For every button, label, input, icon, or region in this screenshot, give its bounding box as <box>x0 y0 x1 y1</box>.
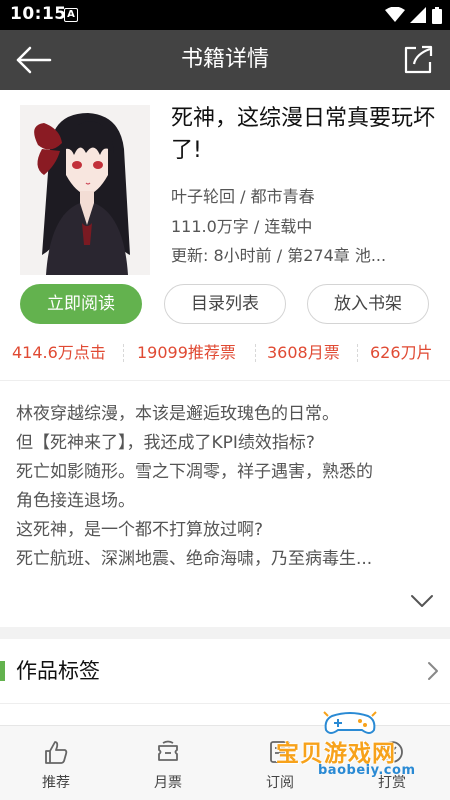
stat-monthly-votes: 3608月票 <box>267 343 340 362</box>
monthly-ticket-tab[interactable]: 月票 <box>128 726 208 800</box>
description-line: 死亡航班、深渊地震、绝命海啸，乃至病毒生... <box>16 549 373 569</box>
ticket-icon <box>158 740 178 761</box>
app-header: 书籍详情 <box>0 30 450 90</box>
book-title: 死神，这综漫日常真要玩坏了! <box>171 106 436 163</box>
section-gap <box>0 627 450 639</box>
add-to-shelf-button[interactable]: 放入书架 <box>307 284 429 324</box>
status-time: 10:15 <box>10 4 67 24</box>
divider <box>0 703 450 704</box>
table-of-contents-button[interactable]: 目录列表 <box>164 284 286 324</box>
thumbs-up-icon <box>45 741 68 764</box>
wifi-icon <box>385 7 405 22</box>
description-line: 死亡如影随形。雪之下凋零，祥子遇害，熟悉的 <box>16 462 373 482</box>
read-now-button[interactable]: 立即阅读 <box>20 284 142 324</box>
description-line: 但【死神来了】，我还成了KPI绩效指标? <box>16 433 315 453</box>
stat-divider <box>357 344 358 362</box>
stat-blades: 626刀片 <box>370 343 433 362</box>
arrow-left-icon <box>16 46 52 74</box>
back-button[interactable] <box>14 44 54 76</box>
stat-divider <box>123 344 124 362</box>
page-title: 书籍详情 <box>180 47 269 72</box>
description-line: 林夜穿越综漫，本该是邂逅玫瑰色的日常。 <box>16 404 339 424</box>
description-line: 角色接连退场。 <box>16 491 135 511</box>
chevron-right-icon <box>428 662 438 680</box>
work-tags-row[interactable]: 作品标签 <box>0 639 450 703</box>
share-icon <box>404 45 433 74</box>
signal-icon <box>410 7 426 23</box>
share-button[interactable] <box>402 44 434 76</box>
book-description: 林夜穿越综漫，本该是邂逅玫瑰色的日常。 但【死神来了】，我还成了KPI绩效指标?… <box>16 400 438 574</box>
book-stats: 414.6万点击 19099推荐票 3608月票 626刀片 <box>0 338 450 368</box>
book-words-status: 111.0万字 / 连载中 <box>171 217 313 236</box>
recommend-tab-label: 推荐 <box>42 775 70 791</box>
status-bar: 10:15 A <box>0 0 450 30</box>
section-accent-bar <box>0 661 5 681</box>
book-cover[interactable] <box>20 105 150 275</box>
stat-divider <box>255 344 256 362</box>
book-cover-illustration <box>20 105 150 275</box>
notification-a-icon: A <box>64 8 78 22</box>
chevron-down-icon[interactable] <box>410 593 434 609</box>
site-watermark: 宝贝游戏网 baobeiy.com <box>262 706 442 784</box>
battery-icon <box>432 7 442 24</box>
stat-clicks: 414.6万点击 <box>12 343 106 362</box>
recommend-tab[interactable]: 推荐 <box>16 726 96 800</box>
watermark-url: baobeiy.com <box>318 763 416 778</box>
description-line: 这死神，是一个都不打算放过啊? <box>16 520 264 540</box>
divider <box>0 380 450 381</box>
book-author-genre[interactable]: 叶子轮回 / 都市青春 <box>171 183 315 207</box>
stat-recommend-votes: 19099推荐票 <box>137 343 236 362</box>
monthly-ticket-tab-label: 月票 <box>154 775 182 791</box>
book-update[interactable]: 更新: 8小时前 / 第274章 池... <box>171 242 436 266</box>
work-tags-label: 作品标签 <box>16 659 100 683</box>
